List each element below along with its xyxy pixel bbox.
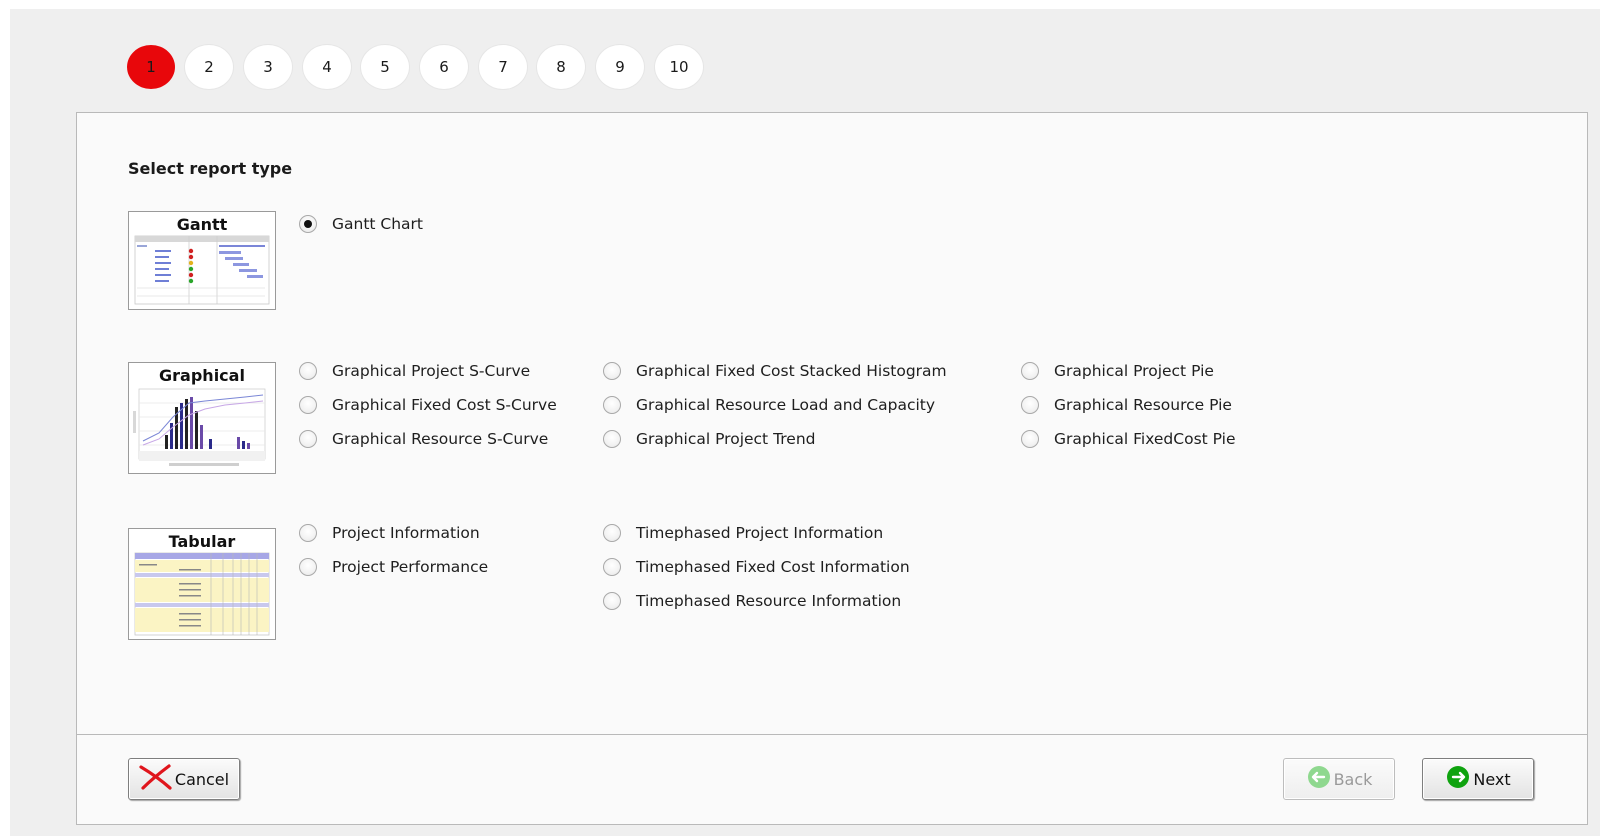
radio-indicator[interactable] — [603, 524, 621, 542]
radio-label: Graphical Resource Pie — [1054, 396, 1232, 414]
graphical-thumb-label: Graphical — [159, 366, 245, 385]
radio-indicator[interactable] — [1021, 396, 1039, 414]
radio-indicator[interactable] — [603, 592, 621, 610]
back-button-label: Back — [1333, 769, 1373, 789]
step-10[interactable]: 10 — [655, 45, 703, 89]
report-type-panel: Select report type Gantt Gantt Chart Gra… — [76, 112, 1588, 825]
cancel-button[interactable]: Cancel — [128, 758, 240, 800]
radio-timephased-resource-information[interactable]: Timephased Resource Information — [603, 590, 901, 612]
radio-graphical-project-pie[interactable]: Graphical Project Pie — [1021, 360, 1214, 382]
radio-label: Graphical FixedCost Pie — [1054, 430, 1236, 448]
back-button[interactable]: Back — [1283, 758, 1395, 800]
radio-label: Gantt Chart — [332, 215, 424, 233]
cancel-x-icon — [139, 764, 173, 794]
step-5[interactable]: 5 — [361, 45, 409, 89]
radio-label: Graphical Project Pie — [1054, 362, 1214, 380]
next-button[interactable]: Next — [1422, 758, 1534, 800]
step-1[interactable]: 1 — [127, 45, 175, 89]
radio-selected-indicator[interactable] — [299, 215, 317, 233]
wizard-background: 1 2 3 4 5 6 7 8 9 10 Select report type — [10, 9, 1600, 836]
radio-graphical-resource-s-curve[interactable]: Graphical Resource S-Curve — [299, 428, 548, 450]
radio-label: Graphical Project S-Curve — [332, 362, 531, 380]
radio-indicator[interactable] — [299, 524, 317, 542]
radio-graphical-fixed-cost-stacked-histogram[interactable]: Graphical Fixed Cost Stacked Histogram — [603, 360, 947, 382]
page-title: Select report type — [128, 159, 293, 178]
radio-label: Timephased Fixed Cost Information — [636, 558, 910, 576]
step-6[interactable]: 6 — [420, 45, 468, 89]
radio-indicator[interactable] — [603, 362, 621, 380]
footer-divider — [77, 734, 1587, 735]
radio-graphical-fixedcost-pie[interactable]: Graphical FixedCost Pie — [1021, 428, 1236, 450]
radio-timephased-project-information[interactable]: Timephased Project Information — [603, 522, 883, 544]
radio-label: Project Information — [332, 524, 480, 542]
radio-indicator[interactable] — [603, 558, 621, 576]
step-8[interactable]: 8 — [537, 45, 585, 89]
next-button-label: Next — [1473, 769, 1511, 789]
radio-graphical-project-trend[interactable]: Graphical Project Trend — [603, 428, 815, 450]
step-4[interactable]: 4 — [303, 45, 351, 89]
back-arrow-icon — [1306, 765, 1332, 793]
radio-label: Project Performance — [332, 558, 489, 576]
radio-indicator[interactable] — [603, 396, 621, 414]
radio-indicator[interactable] — [603, 430, 621, 448]
next-arrow-icon — [1445, 765, 1471, 793]
radio-graphical-fixed-cost-s-curve[interactable]: Graphical Fixed Cost S-Curve — [299, 394, 557, 416]
graphical-thumbnail: Graphical — [128, 362, 276, 474]
radio-indicator[interactable] — [299, 396, 317, 414]
tabular-thumb-label: Tabular — [168, 532, 236, 551]
radio-graphical-resource-pie[interactable]: Graphical Resource Pie — [1021, 394, 1232, 416]
step-3[interactable]: 3 — [244, 45, 292, 89]
radio-indicator[interactable] — [299, 430, 317, 448]
radio-project-performance[interactable]: Project Performance — [299, 556, 488, 578]
gantt-thumb-label: Gantt — [176, 215, 228, 234]
radio-label: Timephased Project Information — [636, 524, 884, 542]
step-7[interactable]: 7 — [479, 45, 527, 89]
radio-label: Graphical Resource Load and Capacity — [636, 396, 936, 414]
radio-graphical-resource-load-and-capacity[interactable]: Graphical Resource Load and Capacity — [603, 394, 935, 416]
gantt-thumbnail: Gantt — [128, 211, 276, 310]
radio-label: Timephased Resource Information — [636, 592, 902, 610]
radio-label: Graphical Resource S-Curve — [332, 430, 549, 448]
radio-indicator[interactable] — [299, 558, 317, 576]
radio-timephased-fixed-cost-information[interactable]: Timephased Fixed Cost Information — [603, 556, 910, 578]
radio-indicator[interactable] — [299, 362, 317, 380]
radio-indicator[interactable] — [1021, 362, 1039, 380]
radio-project-information[interactable]: Project Information — [299, 522, 480, 544]
tabular-thumbnail: Tabular — [128, 528, 276, 640]
radio-graphical-project-s-curve[interactable]: Graphical Project S-Curve — [299, 360, 530, 382]
step-2[interactable]: 2 — [185, 45, 233, 89]
cancel-button-label: Cancel — [174, 769, 230, 789]
radio-indicator[interactable] — [1021, 430, 1039, 448]
radio-label: Graphical Project Trend — [636, 430, 816, 448]
radio-gantt-chart[interactable]: Gantt Chart — [299, 213, 423, 235]
radio-label: Graphical Fixed Cost S-Curve — [332, 396, 557, 414]
step-9[interactable]: 9 — [596, 45, 644, 89]
radio-label: Graphical Fixed Cost Stacked Histogram — [636, 362, 947, 380]
